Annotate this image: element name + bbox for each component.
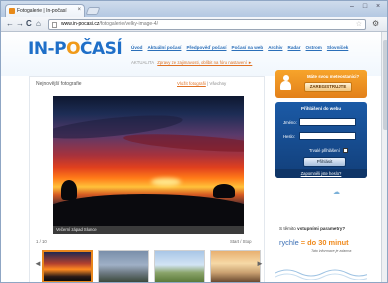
wave-graphic <box>275 269 367 280</box>
login-box: Přihlášení do webu Jméno: Heslo: Trvalé … <box>275 102 367 178</box>
back-icon[interactable]: ← <box>6 19 14 29</box>
news-label: AKTUALITA <box>131 60 155 65</box>
password-label: Heslo: <box>283 134 295 139</box>
cloud-icon: ☁ <box>333 189 340 196</box>
browser-tab[interactable]: Fotogalerie | In-počasí × <box>5 4 85 17</box>
close-window-icon[interactable]: × <box>373 3 383 10</box>
ad-line-3: Tato informace je zdarma <box>311 249 352 253</box>
main-navigation: Úvod Aktuální počasí Předpověď počasí Po… <box>131 45 348 53</box>
url-path: /fotogalerie/velky-image-4/ <box>99 21 158 27</box>
thumbnail-3[interactable] <box>154 250 205 282</box>
page-icon <box>52 22 57 28</box>
username-label: Jméno: <box>283 120 297 125</box>
next-arrow-icon[interactable]: ► <box>256 259 264 268</box>
tab-close-icon[interactable]: × <box>77 7 81 13</box>
advertisement[interactable]: ☁ S těmito vstupními parametry? rychle =… <box>275 188 367 282</box>
thumbnail-4[interactable] <box>210 250 261 282</box>
vertical-scrollbar[interactable] <box>381 32 387 282</box>
home-icon[interactable]: ⌂ <box>36 19 41 29</box>
url-domain: www.in-pocasi.cz <box>61 21 100 27</box>
photo-caption: Večerní západ Slunce <box>53 226 244 234</box>
tab-title: Fotogalerie | In-počasí <box>17 8 67 14</box>
nav-item-radar[interactable]: Radar <box>288 45 301 53</box>
nav-item-pocasi-na-web[interactable]: Počasí na web <box>232 45 264 53</box>
nav-item-aktualni[interactable]: Aktuální počasí <box>147 45 181 53</box>
nav-item-archiv[interactable]: Archiv <box>268 45 282 53</box>
scrollbar-thumb[interactable] <box>383 40 387 130</box>
remember-checkbox[interactable] <box>343 148 348 153</box>
address-bar[interactable]: www.in-pocasi.cz/fotogalerie/velky-image… <box>48 19 366 30</box>
filter-all-link[interactable]: Všechny <box>209 81 226 86</box>
forward-icon[interactable]: → <box>16 19 24 29</box>
web-page: IN-POČASÍ Úvod Aktuální počasí Předpověď… <box>1 32 381 282</box>
login-button[interactable]: Přihlásit <box>303 157 346 167</box>
username-input[interactable] <box>299 118 356 126</box>
thumbnail-strip: ◄ ► <box>34 247 264 282</box>
news-link[interactable]: Zpravy ze zajimavosti, oblíbit na fóru n… <box>157 60 252 65</box>
password-input[interactable] <box>299 132 356 140</box>
nav-item-slovnicek[interactable]: Slovníček <box>327 45 348 53</box>
new-tab-button[interactable] <box>85 7 101 15</box>
favicon-icon <box>9 8 15 14</box>
register-button[interactable]: ZAREGISTRUJTE <box>304 82 352 92</box>
wrench-icon[interactable]: ⚙ <box>372 19 379 28</box>
nav-item-ostrom[interactable]: Ostrom <box>306 45 322 53</box>
user-icon <box>280 75 291 91</box>
minimize-icon[interactable]: – <box>347 3 357 10</box>
add-photo-link[interactable]: Vložit fotografii <box>177 81 206 86</box>
prev-arrow-icon[interactable]: ◄ <box>34 259 42 268</box>
photo-counter: 1 / 10 <box>36 239 47 244</box>
news-ticker: AKTUALITA Zpravy ze zajimavosti, oblíbit… <box>131 60 252 65</box>
bookmark-star-icon[interactable]: ☆ <box>356 20 362 29</box>
ad-line-2: rychle = do 30 minut <box>279 238 349 247</box>
thumbnail-2[interactable] <box>98 250 149 282</box>
gallery-title: Nejnovější fotografie <box>36 81 82 87</box>
thumbnail-1[interactable] <box>42 250 93 282</box>
maximize-icon[interactable]: □ <box>360 3 370 10</box>
promo-question: Máte svou meteostanici? <box>307 74 360 79</box>
gallery-panel: Nejnovější fotografie Vložit fotografii … <box>29 76 265 282</box>
register-promo: Máte svou meteostanici? ZAREGISTRUJTE <box>275 70 367 98</box>
gallery-links: Vložit fotografii | Všechny <box>177 81 227 86</box>
login-title: Přihlášení do webu <box>300 106 341 111</box>
title-bar: Fotogalerie | In-počasí × – □ × <box>1 1 387 17</box>
nav-item-uvod[interactable]: Úvod <box>131 45 142 53</box>
remember-label: Trvalé přihlášení <box>309 148 340 153</box>
slideshow-toggle[interactable]: Start / Stop <box>230 239 252 244</box>
reload-icon[interactable]: C <box>26 19 32 29</box>
forgot-password-link[interactable]: Zapomněli jste heslo? <box>275 169 367 178</box>
site-logo[interactable]: IN-POČASÍ <box>28 39 123 59</box>
main-photo[interactable] <box>53 96 244 226</box>
nav-item-predpoved[interactable]: Předpověď počasí <box>186 45 226 53</box>
browser-window: Fotogalerie | In-počasí × – □ × ← → C ⌂ … <box>0 0 388 283</box>
ad-line-1: S těmito vstupními parametry? <box>279 226 346 231</box>
browser-toolbar: ← → C ⌂ www.in-pocasi.cz/fotogalerie/vel… <box>1 17 387 32</box>
